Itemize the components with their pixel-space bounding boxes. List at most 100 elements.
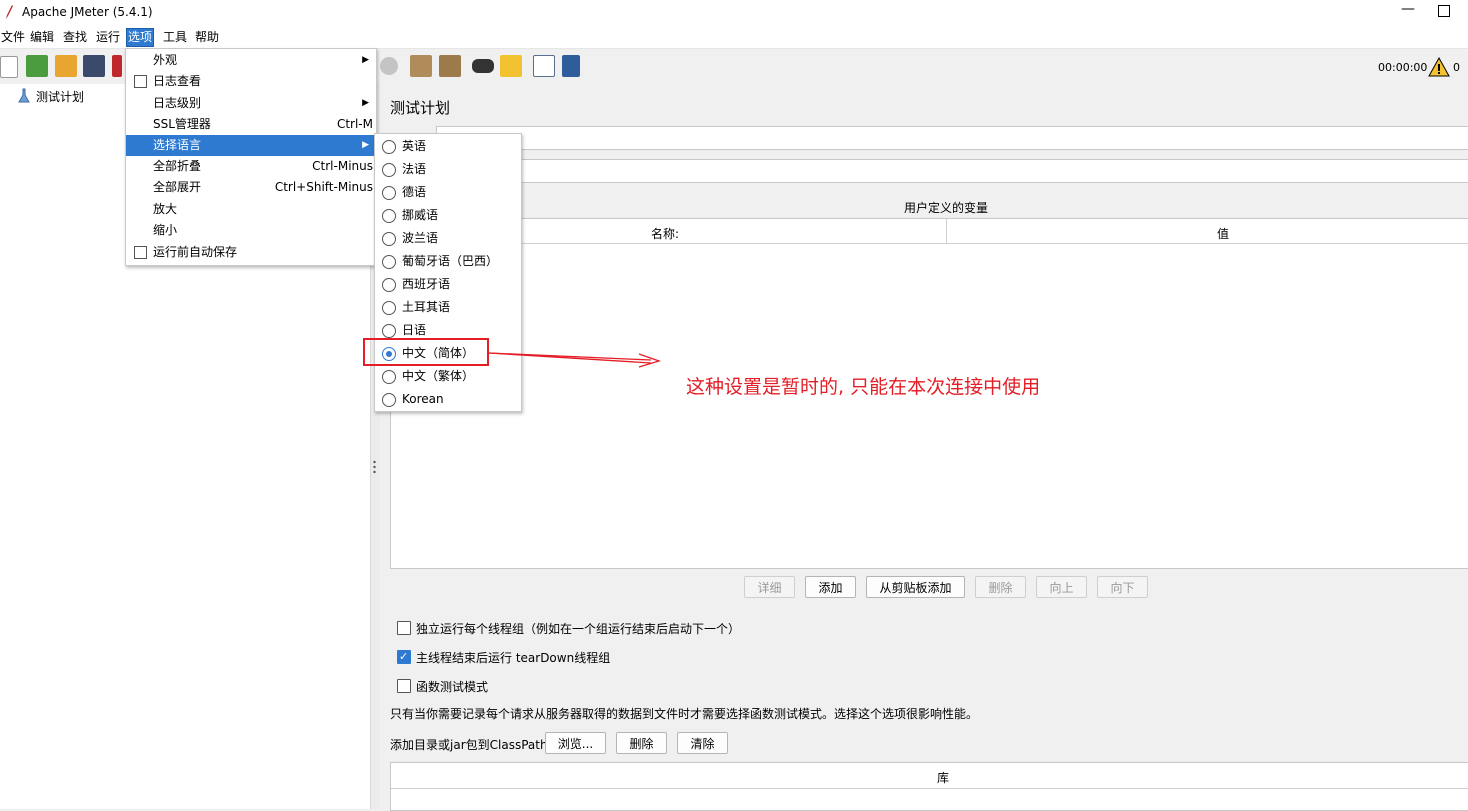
serialize-threadgroups-checkbox[interactable] xyxy=(397,621,411,635)
language-item-korean[interactable]: Korean xyxy=(375,388,520,411)
classpath-clear-button[interactable]: 清除 xyxy=(677,732,728,754)
cut-icon[interactable] xyxy=(112,55,122,77)
udv-title: 用户定义的变量 xyxy=(904,201,989,215)
language-label: Korean xyxy=(402,392,444,406)
menu-item-log-level[interactable]: 日志级别 ▶ xyxy=(126,93,375,114)
shutdown-icon[interactable] xyxy=(380,57,398,75)
teardown-on-shutdown-checkbox[interactable] xyxy=(397,650,411,664)
menu-search[interactable]: 查找 xyxy=(62,29,88,46)
add-from-clipboard-button[interactable]: 从剪贴板添加 xyxy=(866,576,965,598)
clear-icon[interactable] xyxy=(410,55,432,77)
language-item-norwegian[interactable]: 挪威语 xyxy=(375,204,520,227)
name-field[interactable] xyxy=(436,126,1468,150)
menu-item-label: 全部折叠 xyxy=(153,159,202,173)
open-icon[interactable] xyxy=(55,55,77,77)
move-down-button[interactable]: 向下 xyxy=(1097,576,1148,598)
menu-options[interactable]: 选项 xyxy=(125,28,155,47)
language-label: 中文（繁体） xyxy=(402,369,475,383)
menu-item-label: 选择语言 xyxy=(153,138,202,152)
menu-item-log-viewer[interactable]: 日志查看 xyxy=(126,71,375,92)
functional-mode-checkbox[interactable] xyxy=(397,679,411,693)
menu-tools[interactable]: 工具 xyxy=(162,29,188,46)
radio-icon xyxy=(382,324,396,338)
menu-item-ssl-manager[interactable]: SSL管理器 Ctrl-M xyxy=(126,114,375,135)
classpath-delete-button[interactable]: 删除 xyxy=(616,732,667,754)
maximize-button[interactable] xyxy=(1438,5,1450,17)
radio-icon xyxy=(382,301,396,315)
templates-icon[interactable] xyxy=(26,55,48,77)
radio-icon xyxy=(382,255,396,269)
warning-icon[interactable] xyxy=(1428,57,1450,77)
language-item-english[interactable]: 英语 xyxy=(375,135,520,158)
elapsed-timer: 00:00:00 xyxy=(1378,61,1428,74)
menu-item-zoom-in[interactable]: 放大 xyxy=(126,199,375,220)
menu-item-label: 放大 xyxy=(153,202,178,216)
menu-item-expand-all[interactable]: 全部展开 Ctrl+Shift-Minus xyxy=(126,177,375,198)
move-up-button[interactable]: 向上 xyxy=(1036,576,1087,598)
grip-icon xyxy=(373,460,376,474)
menu-bar: 文件 编辑 查找 运行 选项 工具 帮助 xyxy=(0,26,1468,49)
radio-icon xyxy=(382,232,396,246)
udv-table-header xyxy=(391,219,1468,244)
column-header-name[interactable]: 名称: xyxy=(651,225,679,242)
delete-button[interactable]: 删除 xyxy=(975,576,1026,598)
save-before-run-checkbox[interactable] xyxy=(134,246,147,259)
menu-run[interactable]: 运行 xyxy=(95,29,121,46)
tree-node-test-plan[interactable]: 测试计划 xyxy=(36,88,84,105)
clear-all-icon[interactable] xyxy=(439,55,461,77)
language-label: 英语 xyxy=(402,139,427,153)
menu-item-save-before-run[interactable]: 运行前自动保存 xyxy=(126,242,375,263)
language-item-german[interactable]: 德语 xyxy=(375,181,520,204)
menu-item-label: 运行前自动保存 xyxy=(153,245,238,259)
add-button[interactable]: 添加 xyxy=(805,576,856,598)
help-icon[interactable] xyxy=(562,55,580,77)
serialize-threadgroups-label: 独立运行每个线程组（例如在一个组运行结束后启动下一个） xyxy=(416,622,741,636)
window-title: Apache JMeter (5.4.1) xyxy=(22,5,153,19)
log-viewer-checkbox[interactable] xyxy=(134,75,147,88)
language-label: 葡萄牙语（巴西） xyxy=(402,254,499,268)
title-bar xyxy=(0,0,1468,26)
function-list-icon[interactable] xyxy=(533,55,555,77)
comments-field[interactable] xyxy=(390,159,1468,183)
detail-button[interactable]: 详细 xyxy=(744,576,795,598)
language-item-polish[interactable]: 波兰语 xyxy=(375,227,520,250)
language-label: 波兰语 xyxy=(402,231,439,245)
column-header-value[interactable]: 值 xyxy=(1217,225,1229,242)
menu-item-label: 外观 xyxy=(153,53,178,67)
menu-file[interactable]: 文件 xyxy=(0,29,26,46)
menu-item-accelerator: Ctrl+Shift-Minus xyxy=(274,180,373,194)
menu-help[interactable]: 帮助 xyxy=(194,29,220,46)
radio-icon xyxy=(382,209,396,223)
language-label: 西班牙语 xyxy=(402,277,451,291)
column-header-library[interactable]: 库 xyxy=(937,769,949,786)
menu-item-zoom-out[interactable]: 缩小 xyxy=(126,220,375,241)
menu-item-look-and-feel[interactable]: 外观 ▶ xyxy=(126,50,375,71)
menu-item-accelerator: Ctrl-M xyxy=(336,117,373,131)
functional-mode-label: 函数测试模式 xyxy=(416,680,489,694)
language-item-french[interactable]: 法语 xyxy=(375,158,520,181)
language-label: 土耳其语 xyxy=(402,300,451,314)
menu-item-choose-language[interactable]: 选择语言 ▶ xyxy=(126,135,375,156)
radio-icon xyxy=(382,393,396,407)
classpath-label: 添加目录或jar包到ClassPath xyxy=(390,738,548,752)
menu-item-label: 日志查看 xyxy=(153,74,202,88)
radio-icon xyxy=(382,140,396,154)
annotation-highlight-box xyxy=(363,338,489,366)
menu-item-label: 缩小 xyxy=(153,223,178,237)
broom-icon[interactable] xyxy=(500,55,522,77)
language-item-spanish[interactable]: 西班牙语 xyxy=(375,273,520,296)
browse-button[interactable]: 浏览... xyxy=(545,732,606,754)
menu-item-collapse-all[interactable]: 全部折叠 Ctrl-Minus xyxy=(126,156,375,177)
warning-count: 0 xyxy=(1453,61,1460,74)
minimize-button[interactable]: — xyxy=(1398,1,1418,23)
menu-edit[interactable]: 编辑 xyxy=(29,29,55,46)
new-icon[interactable] xyxy=(0,56,18,78)
column-divider[interactable] xyxy=(946,219,947,243)
language-item-turkish[interactable]: 土耳其语 xyxy=(375,296,520,319)
language-label: 德语 xyxy=(402,185,427,199)
save-icon[interactable] xyxy=(83,55,105,77)
language-item-portuguese-brazil[interactable]: 葡萄牙语（巴西） xyxy=(375,250,520,273)
radio-icon xyxy=(382,278,396,292)
binoculars-icon[interactable] xyxy=(472,59,494,73)
teardown-on-shutdown-label: 主线程结束后运行 tearDown线程组 xyxy=(416,651,611,665)
